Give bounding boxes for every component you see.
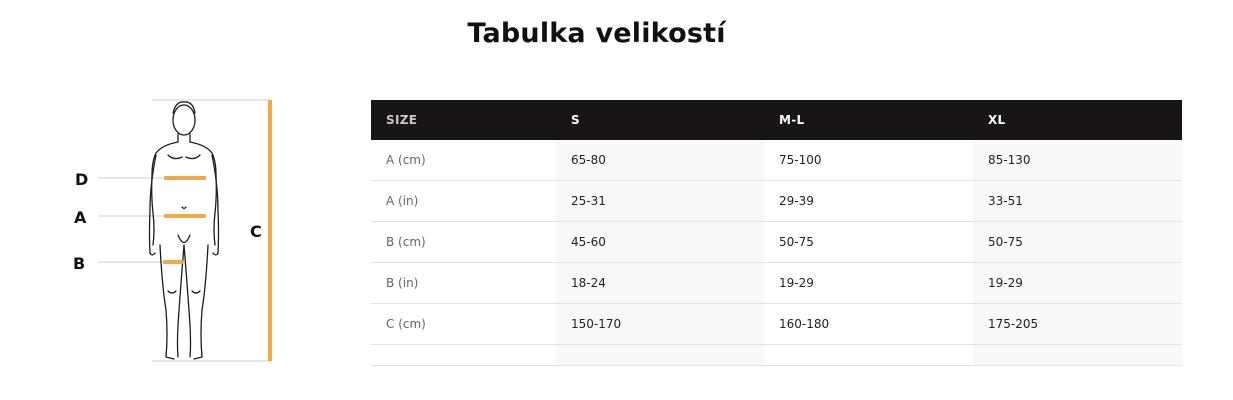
table-row: A (in) 25-31 29-39 33-51 [371, 180, 1182, 222]
table-row: B (cm) 45-60 50-75 50-75 [371, 221, 1182, 263]
table-cell: 75-100 [764, 140, 973, 181]
row-label: B (in) [371, 262, 556, 304]
table-cell: 50-75 [973, 221, 1182, 263]
table-cell: 33-51 [973, 180, 1182, 222]
column-header-m-l: M-L [764, 100, 973, 140]
table-row-empty [371, 344, 1182, 366]
body-measurement-figure: D A B C [60, 95, 290, 370]
row-label: A (cm) [371, 140, 556, 181]
column-header-size: SIZE [371, 100, 556, 140]
empty-cell [556, 344, 764, 366]
page-title: Tabulka velikostí [467, 18, 726, 49]
empty-cell [764, 344, 973, 366]
row-label: A (in) [371, 180, 556, 222]
table-cell: 45-60 [556, 221, 764, 263]
table-cell: 19-29 [764, 262, 973, 304]
row-label: B (cm) [371, 221, 556, 263]
table-cell: 160-180 [764, 303, 973, 345]
table-cell: 25-31 [556, 180, 764, 222]
table-header-row: SIZE S M-L XL [371, 100, 1182, 140]
table-cell: 85-130 [973, 140, 1182, 181]
table-cell: 19-29 [973, 262, 1182, 304]
table-cell: 175-205 [973, 303, 1182, 345]
size-table: SIZE S M-L XL A (cm) 65-80 75-100 85-130… [371, 100, 1182, 366]
row-label: C (cm) [371, 303, 556, 345]
empty-cell [973, 344, 1182, 366]
empty-cell [371, 344, 556, 366]
measure-label-a: A [74, 208, 87, 227]
table-cell: 65-80 [556, 140, 764, 181]
table-row: A (cm) 65-80 75-100 85-130 [371, 140, 1182, 181]
measure-label-b: B [73, 254, 86, 273]
column-header-xl: XL [973, 100, 1182, 140]
measure-label-d: D [75, 170, 89, 189]
table-row: B (in) 18-24 19-29 19-29 [371, 262, 1182, 304]
table-cell: 29-39 [764, 180, 973, 222]
column-header-s: S [556, 100, 764, 140]
table-cell: 50-75 [764, 221, 973, 263]
table-cell: 18-24 [556, 262, 764, 304]
table-cell: 150-170 [556, 303, 764, 345]
measure-label-c: C [250, 222, 262, 241]
table-row: C (cm) 150-170 160-180 175-205 [371, 303, 1182, 345]
